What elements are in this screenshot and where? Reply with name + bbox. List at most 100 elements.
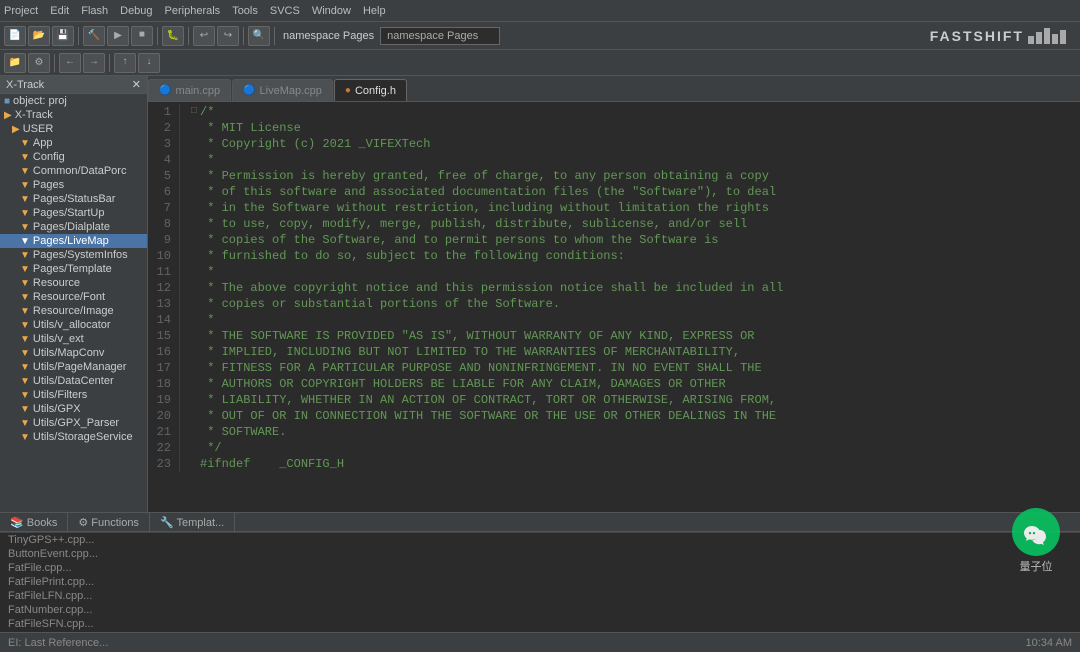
sidebar-item-1[interactable]: ▶X-Track (0, 108, 147, 122)
code-line-7: 7 * in the Software without restriction,… (148, 200, 1080, 216)
open-btn[interactable]: 📂 (28, 26, 50, 46)
sidebar-item-11[interactable]: ▼Pages/SystemInfos (0, 248, 147, 262)
sep7 (109, 54, 110, 72)
file-btn[interactable]: 📁 (4, 53, 26, 73)
undo-btn[interactable]: ↩ (193, 26, 215, 46)
left-btn[interactable]: ← (59, 53, 81, 73)
sidebar-label-6: Pages (33, 179, 64, 191)
sidebar-label-16: Utils/v_allocator (33, 319, 111, 331)
save-btn[interactable]: 💾 (52, 26, 74, 46)
sidebar-item-12[interactable]: ▼Pages/Template (0, 262, 147, 276)
code-1: /* (200, 104, 1080, 120)
bottom-tab-books[interactable]: 📚 Books (0, 512, 68, 532)
bottom-file-5[interactable]: FatFileLFN.cpp... (0, 589, 1080, 603)
sidebar-item-19[interactable]: ▼Utils/PageManager (0, 360, 147, 374)
code-line-22: 22 */ (148, 440, 1080, 456)
sidebar-item-13[interactable]: ▼Resource (0, 276, 147, 290)
code-line-16: 16 * IMPLIED, INCLUDING BUT NOT LIMITED … (148, 344, 1080, 360)
sidebar-item-0[interactable]: ■object: proj (0, 94, 147, 108)
bottom-file-2[interactable]: ButtonEvent.cpp... (0, 547, 1080, 561)
sidebar-label-1: X-Track (15, 109, 53, 121)
sidebar-label-14: Resource/Font (33, 291, 105, 303)
sidebar-label-7: Pages/StatusBar (33, 193, 116, 205)
tab-config-h[interactable]: ● Config.h (334, 79, 407, 101)
code-line-13: 13 * copies or substantial portions of t… (148, 296, 1080, 312)
namespace-label: namespace Pages (283, 30, 374, 42)
sidebar-item-20[interactable]: ▼Utils/DataCenter (0, 374, 147, 388)
bottom-tab-template[interactable]: 🔧 Templat... (150, 512, 235, 532)
code-line-5: 5 * Permission is hereby granted, free o… (148, 168, 1080, 184)
sidebar-item-5[interactable]: ▼Common/DataPorc (0, 164, 147, 178)
sidebar-item-23[interactable]: ▼Utils/GPX_Parser (0, 416, 147, 430)
line-num-19: 19 (148, 392, 180, 408)
sidebar-item-3[interactable]: ▼App (0, 136, 147, 150)
namespace-input[interactable] (380, 27, 500, 45)
sidebar-close[interactable]: ✕ (132, 78, 141, 91)
status-right: 10:34 AM (1026, 637, 1072, 649)
menu-project[interactable]: Project (4, 5, 38, 17)
sidebar-label-3: App (33, 137, 53, 149)
code-editor[interactable]: 1 □ /* 2 * MIT License 3 * Copyright (c)… (148, 102, 1080, 512)
proj-btn[interactable]: ⚙ (28, 53, 50, 73)
sep6 (54, 54, 55, 72)
menu-debug[interactable]: Debug (120, 5, 152, 17)
menu-svcs[interactable]: SVCS (270, 5, 300, 17)
bottom-file-4[interactable]: FatFilePrint.cpp... (0, 575, 1080, 589)
editor-area: 🔵 main.cpp 🔵 LiveMap.cpp ● Config.h 1 □ … (148, 76, 1080, 512)
sidebar-title: X-Track (6, 79, 44, 91)
run-btn[interactable]: ▶ (107, 26, 129, 46)
line-num-18: 18 (148, 376, 180, 392)
line-num-22: 22 (148, 440, 180, 456)
menu-help[interactable]: Help (363, 5, 386, 17)
menu-flash[interactable]: Flash (81, 5, 108, 17)
sidebar-item-4[interactable]: ▼Config (0, 150, 147, 164)
stop-btn[interactable]: ■ (131, 26, 153, 46)
up-btn[interactable]: ↑ (114, 53, 136, 73)
bottom-tab-functions[interactable]: ⚙ Functions (68, 512, 150, 532)
menu-window[interactable]: Window (312, 5, 351, 17)
tab-main-cpp[interactable]: 🔵 main.cpp (148, 79, 231, 101)
tab-livemap-cpp[interactable]: 🔵 LiveMap.cpp (232, 79, 333, 101)
code-line-11: 11 * (148, 264, 1080, 280)
menu-edit[interactable]: Edit (50, 5, 69, 17)
right-btn[interactable]: → (83, 53, 105, 73)
bottom-tabs: 📚 Books ⚙ Functions 🔧 Templat... (0, 512, 1080, 532)
sidebar-item-16[interactable]: ▼Utils/v_allocator (0, 318, 147, 332)
bottom-file-6[interactable]: FatNumber.cpp... (0, 603, 1080, 617)
line-num-13: 13 (148, 296, 180, 312)
sep2 (157, 27, 158, 45)
redo-btn[interactable]: ↪ (217, 26, 239, 46)
cpp-icon-1: 🔵 (159, 85, 171, 96)
code-13: * copies or substantial portions of the … (200, 296, 1080, 312)
debug-btn[interactable]: 🐛 (162, 26, 184, 46)
fold-1[interactable]: □ (188, 104, 200, 120)
sidebar-item-15[interactable]: ▼Resource/Image (0, 304, 147, 318)
sidebar-item-17[interactable]: ▼Utils/v_ext (0, 332, 147, 346)
sidebar-item-24[interactable]: ▼Utils/StorageService (0, 430, 147, 444)
sidebar-item-21[interactable]: ▼Utils/Filters (0, 388, 147, 402)
sidebar-item-8[interactable]: ▼Pages/StartUp (0, 206, 147, 220)
search-btn[interactable]: 🔍 (248, 26, 270, 46)
sidebar-item-2[interactable]: ▶USER (0, 122, 147, 136)
sidebar-item-10[interactable]: ▼Pages/LiveMap (0, 234, 147, 248)
sidebar-item-6[interactable]: ▼Pages (0, 178, 147, 192)
sidebar-item-14[interactable]: ▼Resource/Font (0, 290, 147, 304)
down-btn[interactable]: ↓ (138, 53, 160, 73)
line-num-3: 3 (148, 136, 180, 152)
sep4 (243, 27, 244, 45)
sidebar-item-18[interactable]: ▼Utils/MapConv (0, 346, 147, 360)
code-line-4: 4 * (148, 152, 1080, 168)
bottom-file-7[interactable]: FatFileSFN.cpp... (0, 617, 1080, 631)
bottom-file-1[interactable]: TinyGPS++.cpp... (0, 533, 1080, 547)
sidebar-item-9[interactable]: ▼Pages/Dialplate (0, 220, 147, 234)
menu-tools[interactable]: Tools (232, 5, 258, 17)
bottom-file-3[interactable]: FatFile.cpp... (0, 561, 1080, 575)
menu-peripherals[interactable]: Peripherals (165, 5, 221, 17)
new-btn[interactable]: 📄 (4, 26, 26, 46)
sidebar-label-2: USER (23, 123, 54, 135)
sidebar-item-7[interactable]: ▼Pages/StatusBar (0, 192, 147, 206)
sidebar-item-22[interactable]: ▼Utils/GPX (0, 402, 147, 416)
toolbar: 📄 📂 💾 🔨 ▶ ■ 🐛 ↩ ↪ 🔍 namespace Pages FAST… (0, 22, 1080, 50)
tab-label-1: main.cpp (175, 85, 220, 97)
build-btn[interactable]: 🔨 (83, 26, 105, 46)
